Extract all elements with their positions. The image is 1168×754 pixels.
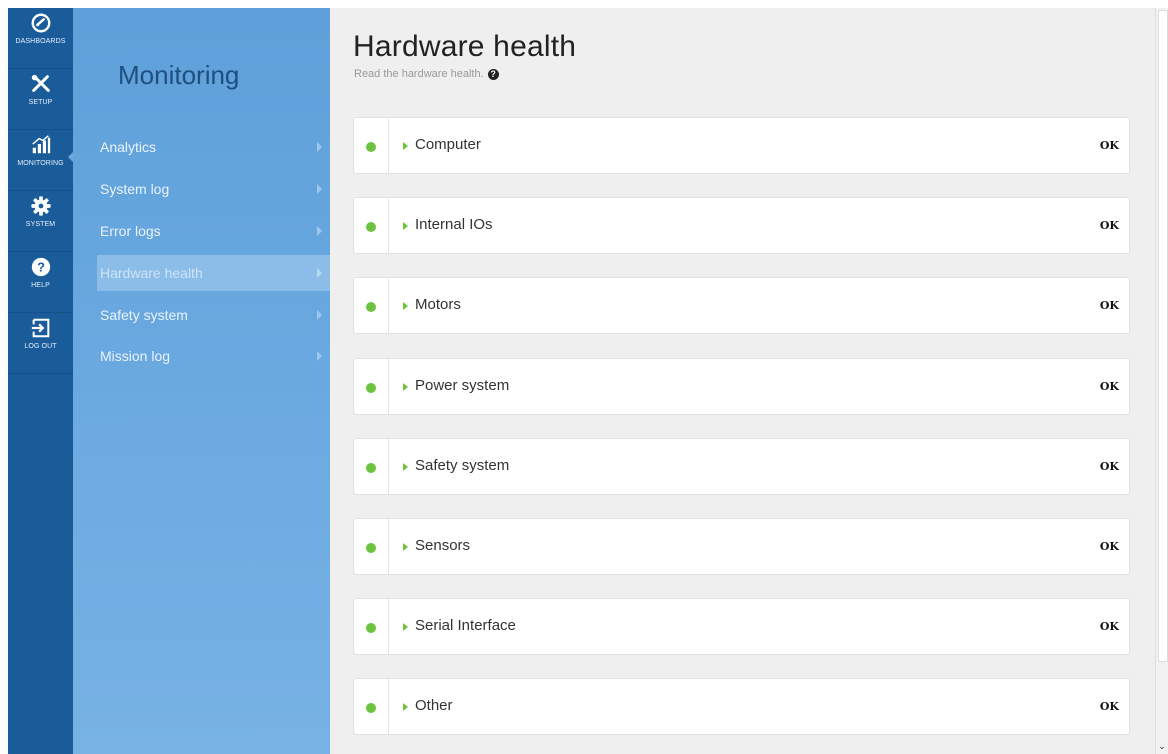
submenu-item-safety-system[interactable]: Safety system	[97, 297, 330, 333]
submenu-item-error-logs[interactable]: Error logs	[97, 213, 330, 249]
nav-system[interactable]: SYSTEM	[8, 191, 73, 252]
scroll-down-arrow-icon[interactable]: ⌄	[1156, 740, 1168, 752]
scrollbar-thumb[interactable]	[1158, 10, 1168, 662]
status-cell	[354, 519, 389, 574]
component-label: Computer	[415, 136, 481, 153]
component-status: OK	[1099, 620, 1119, 633]
component-row-computer[interactable]: Computer OK	[353, 117, 1130, 174]
nav-help-label: HELP	[31, 282, 50, 289]
expand-arrow-icon[interactable]	[403, 142, 408, 150]
component-label: Other	[415, 697, 453, 714]
nav-dashboards[interactable]: DASHBOARDS	[8, 8, 73, 69]
nav-logout[interactable]: LOG OUT	[8, 313, 73, 374]
component-label: Power system	[415, 377, 510, 394]
nav-system-label: SYSTEM	[25, 221, 56, 228]
component-label: Safety system	[415, 457, 510, 474]
submenu-item-label: Error logs	[100, 223, 161, 239]
status-dot-icon	[366, 463, 376, 473]
monitoring-submenu: Monitoring Analytics System log Error lo…	[73, 8, 330, 754]
nav-logout-label: LOG OUT	[24, 343, 57, 350]
status-dot-icon	[366, 703, 376, 713]
status-dot-icon	[366, 142, 376, 152]
submenu-item-label: Mission log	[100, 348, 171, 364]
expand-arrow-icon[interactable]	[403, 703, 408, 711]
chevron-right-icon	[317, 268, 322, 278]
component-label: Sensors	[415, 537, 471, 554]
component-status: OK	[1099, 380, 1119, 393]
status-cell	[354, 679, 389, 734]
page-title: Hardware health	[353, 30, 577, 63]
submenu-item-system-log[interactable]: System log	[97, 171, 330, 207]
component-row-internal-ios[interactable]: Internal IOs OK	[353, 197, 1130, 254]
help-icon[interactable]: ?	[487, 68, 499, 80]
status-dot-icon	[366, 383, 376, 393]
expand-arrow-icon[interactable]	[403, 543, 408, 551]
status-cell	[354, 118, 389, 173]
main-content: Hardware health Read the hardware health…	[330, 8, 1155, 754]
status-cell	[354, 439, 389, 494]
component-status: OK	[1099, 700, 1119, 713]
component-label: Motors	[415, 296, 461, 313]
status-cell	[354, 278, 389, 333]
submenu-item-label: Safety system	[100, 307, 188, 323]
component-status: OK	[1099, 460, 1119, 473]
page-subtitle-text: Read the hardware health.	[354, 68, 484, 80]
logout-icon	[31, 318, 49, 338]
component-row-serial-interface[interactable]: Serial Interface OK	[353, 598, 1130, 655]
dashboard-gauge-icon	[31, 13, 50, 33]
component-status: OK	[1099, 139, 1119, 152]
status-dot-icon	[366, 302, 376, 312]
expand-arrow-icon[interactable]	[403, 463, 408, 471]
chevron-right-icon	[317, 184, 322, 194]
component-status: OK	[1099, 219, 1119, 232]
component-row-motors[interactable]: Motors OK	[353, 277, 1130, 334]
help-icon: ?	[31, 257, 50, 277]
nav-monitoring[interactable]: MONITORING	[8, 130, 73, 191]
nav-help[interactable]: ? HELP	[8, 252, 73, 313]
main-nav-rail: DASHBOARDS SETUP MONITORING SYSTEM ? HEL…	[8, 8, 73, 754]
submenu-item-analytics[interactable]: Analytics	[97, 129, 330, 165]
submenu-item-hardware-health[interactable]: Hardware health	[97, 255, 330, 291]
submenu-title: Monitoring	[118, 60, 240, 90]
nav-setup[interactable]: SETUP	[8, 69, 73, 130]
chevron-right-icon	[317, 351, 322, 361]
gear-icon	[30, 196, 51, 216]
component-row-sensors[interactable]: Sensors OK	[353, 518, 1130, 575]
nav-monitoring-label: MONITORING	[17, 160, 64, 167]
nav-dashboards-label: DASHBOARDS	[15, 38, 66, 45]
submenu-item-label: Analytics	[100, 139, 157, 155]
status-dot-icon	[366, 543, 376, 553]
status-cell	[354, 198, 389, 253]
vertical-scrollbar[interactable]: ⌄	[1155, 8, 1168, 754]
component-status: OK	[1099, 540, 1119, 553]
submenu-item-label: Hardware health	[100, 265, 203, 281]
chevron-right-icon	[317, 142, 322, 152]
expand-arrow-icon[interactable]	[403, 383, 408, 391]
chevron-right-icon	[317, 226, 322, 236]
status-cell	[354, 599, 389, 654]
component-row-other[interactable]: Other OK	[353, 678, 1130, 735]
expand-arrow-icon[interactable]	[403, 623, 408, 631]
page-subtitle: Read the hardware health. ?	[354, 68, 499, 80]
monitoring-bars-icon	[31, 135, 50, 154]
expand-arrow-icon[interactable]	[403, 302, 408, 310]
tools-icon	[31, 74, 50, 92]
svg-text:?: ?	[37, 260, 45, 275]
nav-setup-label: SETUP	[28, 99, 53, 106]
status-cell	[354, 359, 389, 414]
submenu-item-mission-log[interactable]: Mission log	[97, 338, 330, 374]
component-row-power-system[interactable]: Power system OK	[353, 358, 1130, 415]
component-label: Internal IOs	[415, 216, 493, 233]
status-dot-icon	[366, 623, 376, 633]
expand-arrow-icon[interactable]	[403, 222, 408, 230]
chevron-right-icon	[317, 310, 322, 320]
submenu-item-label: System log	[100, 181, 170, 197]
status-dot-icon	[366, 222, 376, 232]
component-label: Serial Interface	[415, 617, 516, 634]
component-status: OK	[1099, 299, 1119, 312]
component-row-safety-system[interactable]: Safety system OK	[353, 438, 1130, 495]
